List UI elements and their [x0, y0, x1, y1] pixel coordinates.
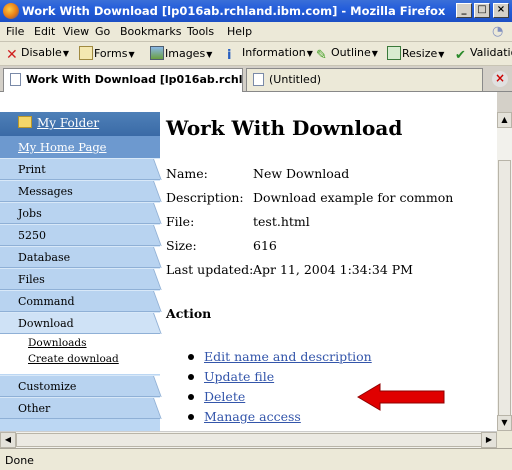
- bullet: [188, 374, 194, 380]
- sidebar-subitem-downloads[interactable]: Downloads: [28, 337, 87, 349]
- my-home-page-link[interactable]: My Home Page: [18, 140, 107, 154]
- close-tab-icon[interactable]: ×: [492, 71, 508, 87]
- vertical-scrollbar[interactable]: ▲ ▼: [497, 112, 512, 431]
- my-folder-row: My Folder: [0, 112, 160, 136]
- tab-untitled[interactable]: (Untitled): [246, 68, 483, 91]
- scrollbar-corner: [497, 431, 512, 448]
- menu-tools[interactable]: Tools: [187, 25, 214, 38]
- sidebar-item-print[interactable]: Print: [0, 158, 160, 180]
- menu-edit[interactable]: Edit: [34, 25, 55, 38]
- field-value: test.html: [253, 214, 310, 229]
- horizontal-scrollbar[interactable]: ◀ ▶: [0, 431, 497, 448]
- toolbar-images[interactable]: Images▼: [150, 46, 212, 60]
- information-icon: i: [227, 48, 232, 63]
- folder-icon: [18, 116, 32, 128]
- scroll-up-icon[interactable]: ▲: [497, 112, 512, 128]
- sidebar-item-jobs[interactable]: Jobs: [0, 202, 160, 224]
- menu-bookmarks[interactable]: Bookmarks: [120, 25, 181, 38]
- download-subnav: Downloads Create download: [0, 334, 160, 374]
- toolbar-resize[interactable]: Resize▼: [387, 46, 444, 60]
- resize-icon: [387, 46, 401, 60]
- sidebar-item-command[interactable]: Command: [0, 290, 160, 312]
- field-label: Last updated:: [166, 262, 254, 277]
- toolbar-information[interactable]: i Information▼: [227, 46, 313, 63]
- bullet: [188, 394, 194, 400]
- menu-bar: File Edit View Go Bookmarks Tools Help ◔: [0, 22, 512, 42]
- forms-icon: [79, 46, 93, 60]
- home-row: My Home Page: [0, 136, 160, 158]
- title-bar: Work With Download [lp016ab.rchland.ibm.…: [0, 0, 512, 22]
- page-content: My Folder My Home Page Print Messages Jo…: [0, 92, 497, 431]
- main-panel: Work With Download Name: New Download De…: [166, 92, 497, 431]
- sidebar-item-other[interactable]: Other: [0, 397, 160, 419]
- menu-help[interactable]: Help: [227, 25, 252, 38]
- toolbar-validation[interactable]: ✔Validation: [455, 46, 512, 63]
- scroll-down-icon[interactable]: ▼: [497, 415, 512, 431]
- toolbar-outline[interactable]: ✎ Outline▼: [316, 46, 378, 63]
- toolbar-forms[interactable]: Forms▼: [79, 46, 135, 60]
- minimize-button[interactable]: _: [456, 3, 472, 18]
- sidebar-item-download[interactable]: Download: [0, 312, 160, 334]
- field-value: New Download: [253, 166, 350, 181]
- field-value: 616: [253, 238, 277, 253]
- update-file-link[interactable]: Update file: [204, 369, 274, 384]
- manage-access-link[interactable]: Manage access: [204, 409, 301, 424]
- page-icon: [10, 73, 21, 86]
- sidebar-item-files[interactable]: Files: [0, 268, 160, 290]
- throbber-icon: ◔: [492, 24, 504, 39]
- scroll-right-icon[interactable]: ▶: [481, 432, 497, 448]
- my-folder-link[interactable]: My Folder: [37, 116, 99, 130]
- edit-name-description-link[interactable]: Edit name and description: [204, 349, 372, 364]
- page-icon: [253, 73, 264, 86]
- sidebar-item-customize[interactable]: Customize: [0, 375, 160, 397]
- toolbar-disable[interactable]: ✕ Disable▼: [6, 46, 69, 62]
- horizontal-scroll-thumb[interactable]: [16, 433, 482, 447]
- scroll-left-icon[interactable]: ◀: [0, 432, 16, 448]
- tab-bar: Work With Download [lp016ab.rchl... (Unt…: [0, 66, 512, 92]
- menu-go[interactable]: Go: [95, 25, 110, 38]
- field-value: Download example for common: [253, 190, 454, 205]
- bullet: [188, 354, 194, 360]
- sidebar-item-messages[interactable]: Messages: [0, 180, 160, 202]
- sidebar-item-database[interactable]: Database: [0, 246, 160, 268]
- window-title: Work With Download [lp016ab.rchland.ibm.…: [22, 4, 446, 18]
- page-title: Work With Download: [166, 116, 403, 140]
- red-arrow-icon: [357, 383, 445, 411]
- field-label: Name:: [166, 166, 208, 181]
- status-text: Done: [5, 454, 34, 467]
- tab-work-with-download[interactable]: Work With Download [lp016ab.rchl...: [3, 68, 243, 92]
- action-header: Action: [166, 306, 212, 321]
- web-developer-toolbar: ✕ Disable▼ Forms▼ Images▼ i Information▼ ✎…: [0, 42, 512, 66]
- menu-view[interactable]: View: [63, 25, 89, 38]
- vertical-scroll-thumb[interactable]: [498, 160, 511, 426]
- bullet: [188, 414, 194, 420]
- disable-icon: ✕: [6, 47, 18, 63]
- outline-icon: ✎: [316, 48, 327, 63]
- status-bar: Done: [0, 448, 512, 470]
- validation-icon: ✔: [455, 48, 466, 63]
- images-icon: [150, 46, 164, 60]
- sidebar-subitem-create-download[interactable]: Create download: [28, 353, 119, 365]
- menu-file[interactable]: File: [6, 25, 24, 38]
- field-label: File:: [166, 214, 195, 229]
- field-label: Size:: [166, 238, 197, 253]
- field-value: Apr 11, 2004 1:34:34 PM: [253, 262, 413, 277]
- field-label: Description:: [166, 190, 244, 205]
- sidebar-item-5250[interactable]: 5250: [0, 224, 160, 246]
- close-button[interactable]: ×: [493, 3, 509, 18]
- maximize-button[interactable]: □: [474, 3, 490, 18]
- firefox-icon: [3, 3, 19, 19]
- delete-link[interactable]: Delete: [204, 389, 245, 404]
